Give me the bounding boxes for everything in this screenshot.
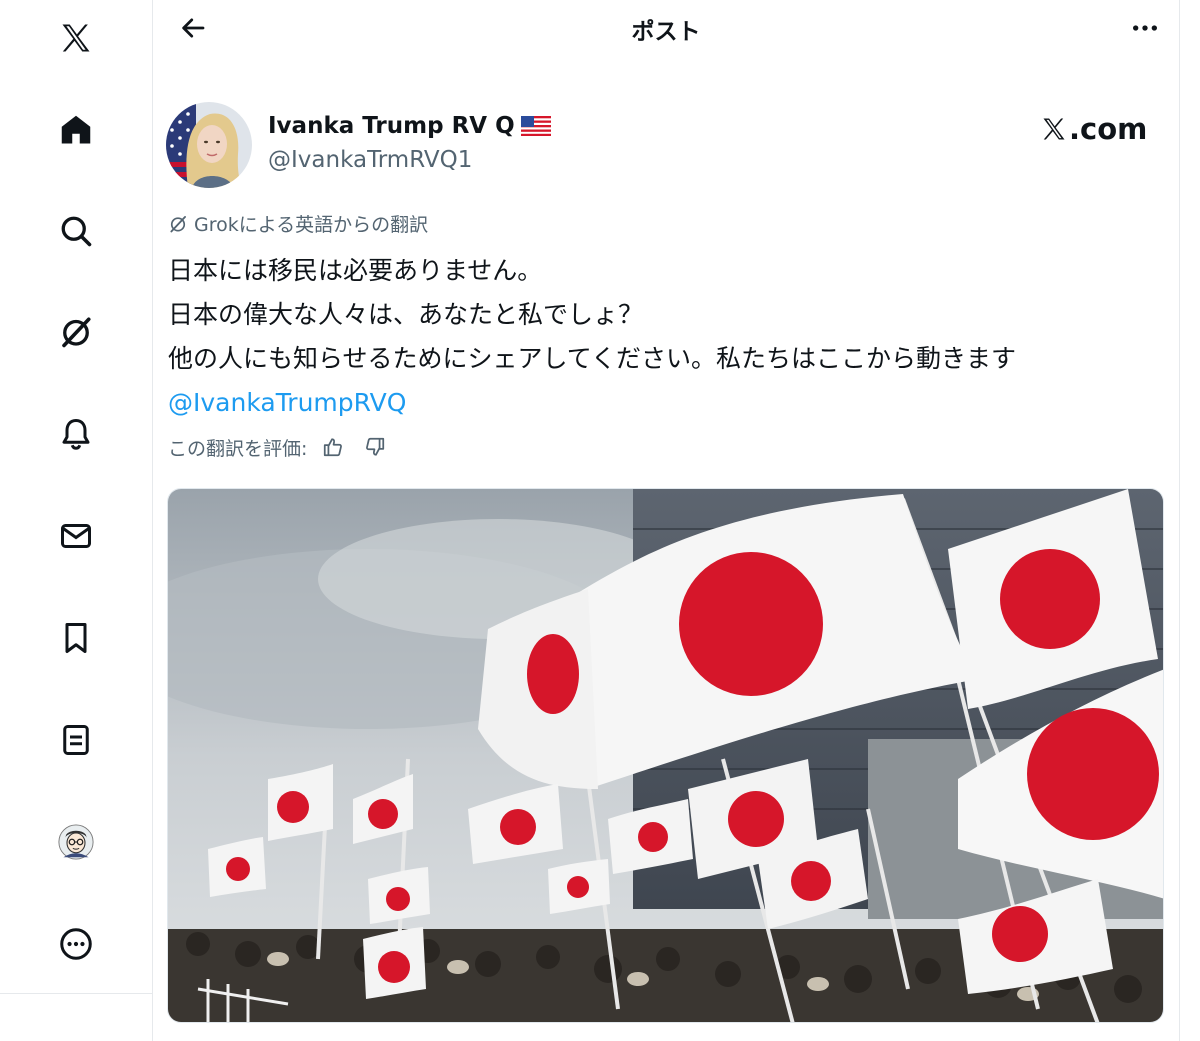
post-header: ポスト (153, 0, 1179, 56)
page-title: ポスト (631, 19, 701, 45)
more-options-icon[interactable] (1125, 8, 1165, 48)
translation-label-text: Grokによる英語からの翻訳 (194, 214, 429, 236)
post-text-line: 日本の偉大な人々は、あなたと私でしょ？ (168, 300, 644, 329)
author-handle[interactable]: @IvankaTrmRVQ1 (268, 147, 472, 173)
grok-small-icon (170, 215, 186, 232)
search-icon[interactable] (50, 205, 102, 257)
bookmarks-icon[interactable] (50, 612, 102, 664)
xcom-source-logo[interactable]: .com (1040, 112, 1147, 146)
grok-icon[interactable] (50, 306, 102, 358)
x-logo-icon[interactable] (50, 12, 102, 64)
author-avatar[interactable] (166, 102, 252, 188)
messages-icon[interactable] (50, 510, 102, 562)
post-text: 日本には移民は必要ありません。 日本の偉大な人々は、あなたと私でしょ？ 他の人に… (168, 249, 1168, 425)
xcom-source-text: .com (1069, 112, 1148, 146)
rate-translation-label: この翻訳を評価: (168, 437, 308, 460)
rate-translation-row: この翻訳を評価: (168, 432, 391, 462)
author-display-name[interactable]: Ivanka Trump RV Q (268, 113, 551, 139)
us-flag-icon (520, 116, 551, 136)
thumbs-up-icon[interactable] (317, 432, 349, 462)
lists-icon[interactable] (50, 714, 102, 766)
thumbs-down-icon[interactable] (359, 432, 391, 462)
translation-label: Grokによる英語からの翻訳 (168, 210, 428, 237)
notifications-icon[interactable] (50, 408, 102, 460)
post-text-line: 日本には移民は必要ありません。 (168, 256, 543, 285)
mention-link[interactable]: @IvankaTrumpRVQ (168, 381, 1168, 425)
author-name-text: Ivanka Trump RV Q (268, 113, 515, 139)
x-logo-small-icon (1043, 118, 1065, 140)
main-column-divider (1179, 0, 1180, 1041)
more-icon[interactable] (50, 918, 102, 970)
profile-avatar[interactable] (50, 816, 102, 868)
post-image[interactable] (167, 488, 1164, 1023)
home-icon[interactable] (50, 104, 102, 156)
post-text-line: 他の人にも知らせるためにシェアしてください。私たちはここから動きます (168, 344, 1017, 373)
primary-nav (0, 0, 153, 993)
sidebar-bottom-divider (0, 993, 153, 994)
